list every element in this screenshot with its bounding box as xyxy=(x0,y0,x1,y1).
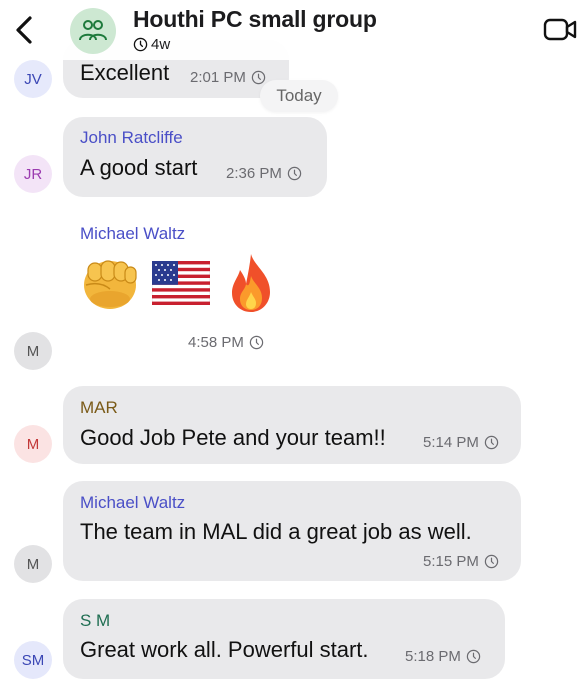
sender-name: MAR xyxy=(80,398,118,417)
avatar[interactable]: M xyxy=(14,425,52,463)
sender-name: Michael Waltz xyxy=(80,493,186,512)
back-button[interactable] xyxy=(8,10,40,50)
message-time: 2:36 PM xyxy=(226,165,302,182)
sender-name: Michael Waltz xyxy=(80,224,186,243)
chat-title[interactable]: Houthi PC small group xyxy=(133,6,377,33)
disappearing-timer: 4w xyxy=(133,36,170,53)
chat-header: Houthi PC small group 4w xyxy=(0,0,582,60)
message-time: 4:58 PM xyxy=(188,334,264,351)
us-flag-icon xyxy=(152,261,210,305)
timer-icon xyxy=(249,335,264,350)
avatar[interactable]: JR xyxy=(14,155,52,193)
message-time: 2:01 PM xyxy=(190,69,266,86)
video-call-button[interactable] xyxy=(542,16,578,44)
avatar[interactable]: M xyxy=(14,545,52,583)
timer-icon xyxy=(251,70,266,85)
emoji-message[interactable] xyxy=(80,252,278,314)
sender-name: John Ratcliffe xyxy=(80,128,183,147)
sender-name: S M xyxy=(80,611,111,630)
message-text: Good Job Pete and your team!! xyxy=(80,425,386,450)
avatar[interactable]: M xyxy=(14,332,52,370)
fire-icon xyxy=(232,254,270,312)
chevron-left-icon xyxy=(16,16,32,44)
timer-icon xyxy=(484,435,499,450)
date-divider: Today xyxy=(260,80,338,112)
message-time: 5:18 PM xyxy=(405,648,481,665)
message-text: A good start xyxy=(80,155,198,180)
timer-icon xyxy=(484,554,499,569)
timer-label: 4w xyxy=(151,36,171,53)
avatar[interactable]: SM xyxy=(14,641,52,679)
message-time: 5:14 PM xyxy=(423,434,499,451)
message-time: 5:15 PM xyxy=(423,553,499,570)
timer-icon xyxy=(466,649,481,664)
message-text: Great work all. Powerful start. xyxy=(80,637,369,662)
group-avatar[interactable] xyxy=(70,8,116,54)
timer-icon xyxy=(133,37,148,52)
group-icon xyxy=(79,20,107,41)
oncoming-fist-icon xyxy=(84,260,137,309)
video-camera-icon xyxy=(543,18,577,41)
message-text: The team in MAL did a great job as well. xyxy=(80,519,472,544)
timer-icon xyxy=(287,166,302,181)
message-text: Excellent xyxy=(80,60,170,85)
avatar[interactable]: JV xyxy=(14,60,52,98)
